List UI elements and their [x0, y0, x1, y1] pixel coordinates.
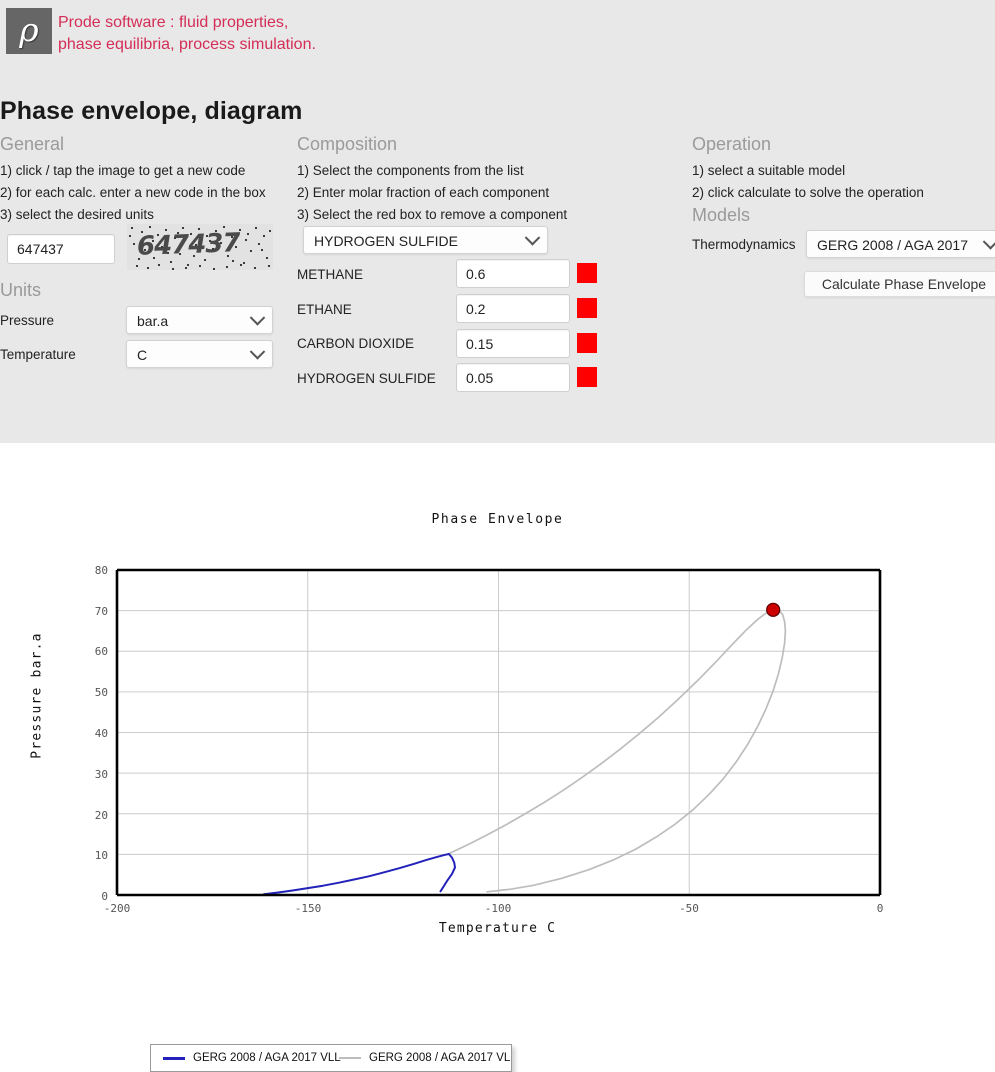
phase-envelope-chart: Phase Envelope Pressure bar.a Temperatur… [0, 443, 995, 1072]
operation-steps: 1) select a suitable model 2) click calc… [692, 160, 995, 204]
component-select-value: HYDROGEN SULFIDE [314, 233, 458, 249]
operation-heading: Operation [692, 134, 772, 154]
pressure-unit-value: bar.a [137, 313, 169, 329]
legend-swatch-vll [163, 1057, 185, 1060]
component-name: ETHANE [297, 302, 352, 317]
brand-tagline: Prode software : fluid properties, phase… [58, 12, 488, 56]
operation-step-1: 1) select a suitable model [692, 163, 846, 178]
component-select[interactable]: HYDROGEN SULFIDE [303, 226, 548, 254]
thermodynamics-model-value: GERG 2008 / AGA 2017 [817, 237, 968, 253]
captcha-noise [129, 226, 271, 270]
general-heading: General [0, 134, 65, 154]
general-step-3: 3) select the desired units [0, 206, 154, 222]
control-panel: ρ Prode software : fluid properties, pha… [0, 0, 995, 443]
component-fraction-input[interactable] [456, 363, 570, 392]
remove-component-button[interactable] [577, 263, 597, 283]
general-step-2: 2) for each calc. enter a new code in th… [0, 184, 266, 200]
component-name: HYDROGEN SULFIDE [297, 371, 436, 386]
chevron-down-icon [982, 234, 995, 250]
temperature-unit-select[interactable]: C [126, 340, 273, 368]
component-fraction-input[interactable] [456, 294, 570, 323]
composition-step-3: 3) Select the red box to remove a compon… [297, 206, 568, 222]
legend-label-vl: GERG 2008 / AGA 2017 VL [369, 1052, 511, 1064]
general-steps: 1) click / tap the image to get a new co… [0, 160, 290, 225]
legend-label-vll: GERG 2008 / AGA 2017 VLL [193, 1052, 341, 1064]
verification-code-input[interactable] [7, 234, 115, 264]
remove-component-button[interactable] [577, 333, 597, 353]
temperature-unit-value: C [137, 347, 148, 363]
app-logo: ρ [6, 8, 52, 54]
chevron-down-icon [524, 230, 541, 246]
remove-component-button[interactable] [577, 367, 597, 387]
pressure-unit-label: Pressure [0, 313, 55, 328]
remove-component-button[interactable] [577, 298, 597, 318]
composition-step-1: 1) Select the components from the list [297, 163, 524, 178]
composition-step-2: 2) Enter molar fraction of each componen… [297, 184, 550, 200]
legend-swatch-vl [339, 1057, 361, 1059]
chart-plot-area [115, 568, 882, 897]
pressure-unit-select[interactable]: bar.a [126, 306, 273, 334]
composition-steps: 1) Select the components from the list 2… [297, 160, 677, 225]
captcha-image[interactable]: 647437 [127, 224, 273, 270]
chevron-down-icon [249, 344, 266, 360]
page-title: Phase envelope, diagram [0, 96, 303, 125]
general-step-1: 1) click / tap the image to get a new co… [0, 163, 246, 178]
calculate-phase-envelope-button[interactable]: Calculate Phase Envelope [804, 271, 995, 297]
component-fraction-input[interactable] [456, 329, 570, 358]
thermodynamics-model-select[interactable]: GERG 2008 / AGA 2017 [806, 230, 995, 258]
temperature-unit-label: Temperature [0, 347, 76, 362]
chart-legend: GERG 2008 / AGA 2017 VLL GERG 2008 / AGA… [150, 1044, 512, 1072]
component-name: METHANE [297, 267, 364, 282]
composition-heading: Composition [297, 134, 398, 154]
rho-icon: ρ [19, 10, 39, 49]
chevron-down-icon [249, 310, 266, 326]
component-name: CARBON DIOXIDE [297, 336, 415, 351]
component-fraction-input[interactable] [456, 259, 570, 288]
operation-step-2: 2) click calculate to solve the operatio… [692, 184, 924, 200]
thermodynamics-label: Thermodynamics [692, 237, 796, 252]
models-heading: Models [692, 205, 751, 225]
units-heading: Units [0, 280, 42, 300]
brand-tagline-line1: Prode software : fluid properties, [58, 14, 289, 31]
brand-tagline-line2: phase equilibria, process simulation. [58, 36, 316, 53]
